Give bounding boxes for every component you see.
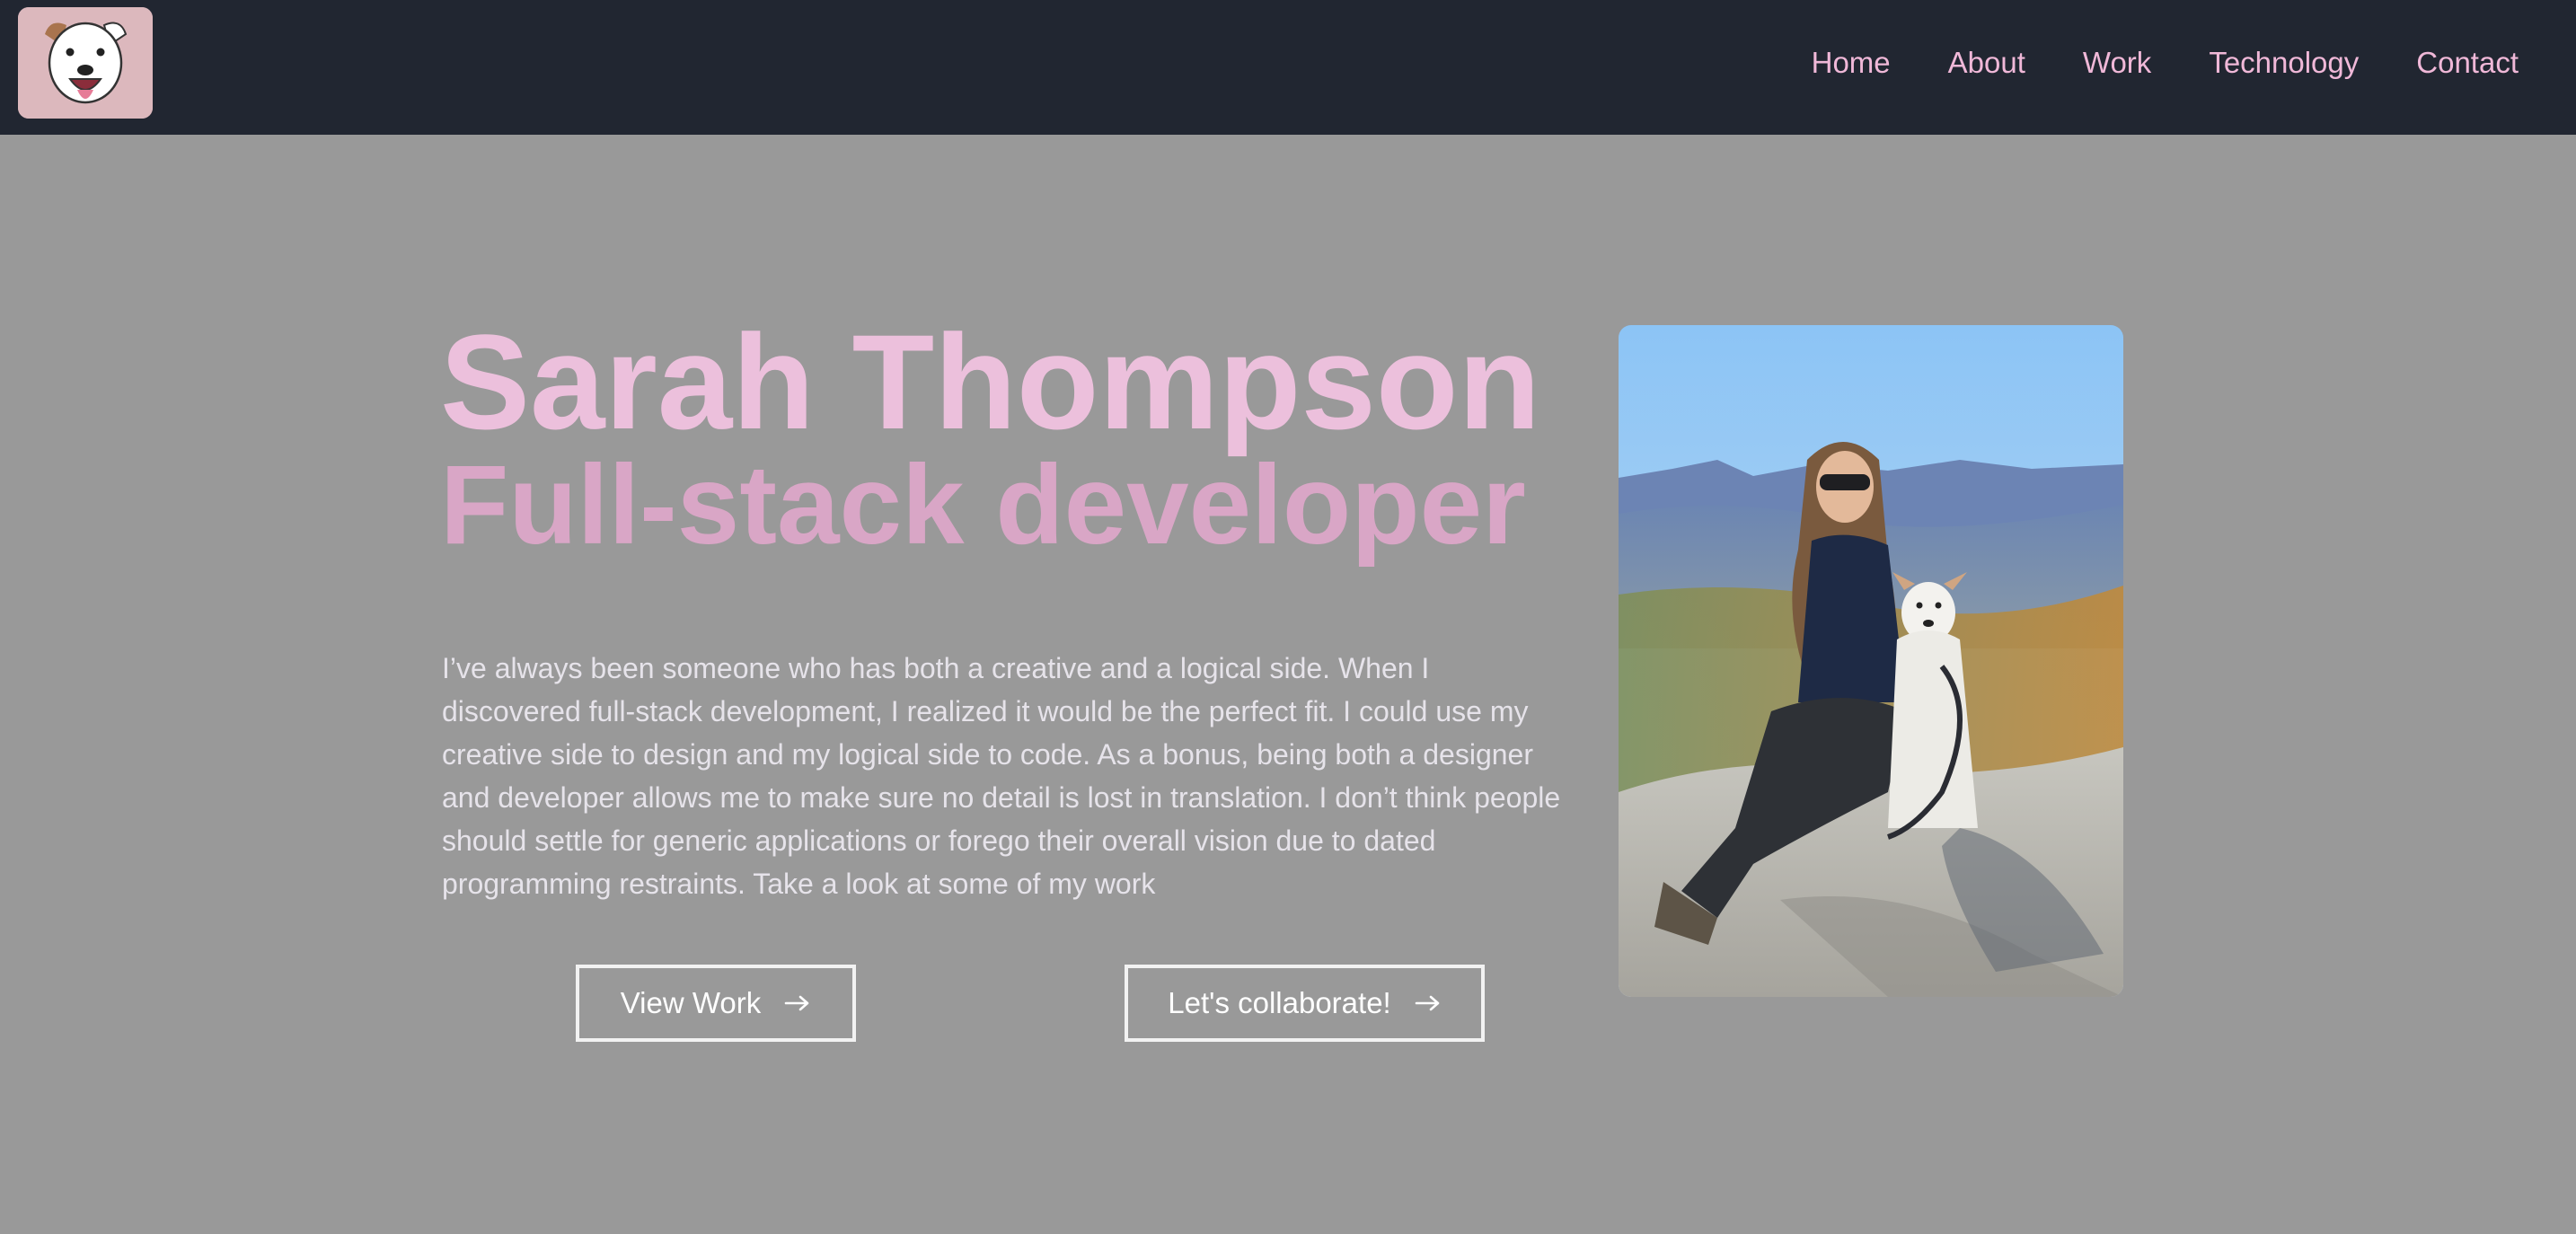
profile-photo <box>1619 325 2123 997</box>
collaborate-label: Let's collaborate! <box>1168 986 1391 1019</box>
logo[interactable] <box>18 7 153 119</box>
nav-link-home[interactable]: Home <box>1812 46 1891 80</box>
dog-face-icon <box>18 7 153 119</box>
nav-menu: Home About Work Technology Contact <box>1812 0 2519 126</box>
arrow-right-icon <box>784 995 809 1011</box>
collaborate-button[interactable]: Let's collaborate! <box>1125 965 1485 1042</box>
nav-link-technology[interactable]: Technology <box>2209 46 2359 80</box>
hero-role: Full-stack developer <box>440 443 1526 568</box>
arrow-right-icon <box>1415 995 1440 1011</box>
nav-link-about[interactable]: About <box>1948 46 2025 80</box>
nav-link-work[interactable]: Work <box>2083 46 2151 80</box>
bio-text: I’ve always been someone who has both a … <box>442 652 1561 900</box>
top-navbar: Home About Work Technology Contact <box>0 0 2576 135</box>
nav-link-contact[interactable]: Contact <box>2416 46 2519 80</box>
hero-name: Sarah Thompson <box>440 306 1541 457</box>
view-work-label: View Work <box>620 986 762 1019</box>
view-work-button[interactable]: View Work <box>576 965 856 1042</box>
